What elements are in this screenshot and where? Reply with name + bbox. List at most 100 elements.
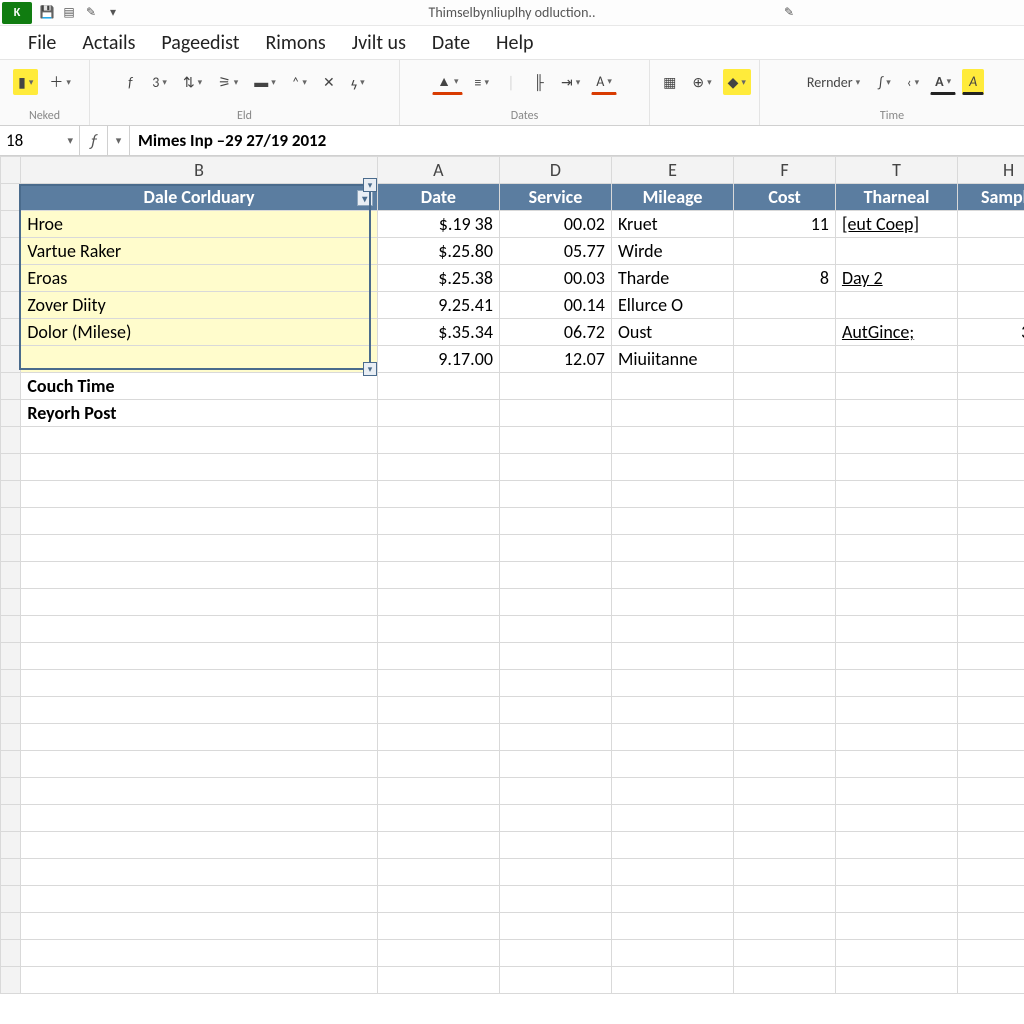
row-header[interactable] [1,427,21,454]
format-s-icon[interactable]: ϟ [346,69,370,95]
row-header[interactable] [1,859,21,886]
cell-desc[interactable] [21,346,377,373]
row-header[interactable] [1,589,21,616]
cell-empty[interactable] [377,508,499,535]
cell-empty[interactable] [611,481,733,508]
cell-empty[interactable] [835,373,957,400]
row-header[interactable] [1,886,21,913]
cell-empty[interactable] [611,940,733,967]
highlight-button[interactable]: ▮ [13,69,38,95]
format-spark-icon[interactable]: ⚞ [213,69,243,95]
cell-empty[interactable] [21,562,377,589]
cell-desc[interactable]: Vartue Raker [21,238,377,265]
cell-mileage[interactable]: Tharde [611,265,733,292]
cell-empty[interactable] [377,373,499,400]
cell-empty[interactable] [499,886,611,913]
globe-icon[interactable]: ⊕ [687,69,716,95]
column-header[interactable]: H [958,157,1024,184]
cell-empty[interactable] [734,562,836,589]
cell-empty[interactable] [611,832,733,859]
cell-empty[interactable] [835,670,957,697]
row-header[interactable] [1,751,21,778]
cell-empty[interactable] [611,535,733,562]
bold-a-icon[interactable]: A [930,69,956,95]
table-header-cell[interactable]: Sample [958,184,1024,211]
cell-date[interactable]: 9.25.41 [377,292,499,319]
cell-empty[interactable] [499,805,611,832]
cell-empty[interactable] [21,697,377,724]
cell-service[interactable]: 12.07 [499,346,611,373]
qat-save-icon[interactable]: 💾 [38,4,56,22]
column-header[interactable]: D [499,157,611,184]
cell-empty[interactable] [734,427,836,454]
cell-empty[interactable] [958,562,1024,589]
cell-empty[interactable] [958,967,1024,994]
menu-pagedist[interactable]: Pageedist [161,31,239,55]
cell-empty[interactable] [377,427,499,454]
cell-mileage[interactable]: Ellurce O [611,292,733,319]
cell-empty[interactable] [499,670,611,697]
cell-empty[interactable] [958,400,1024,427]
cell-empty[interactable] [499,751,611,778]
cell-date[interactable]: $.19 38 [377,211,499,238]
row-header[interactable] [1,292,21,319]
cell-empty[interactable] [377,913,499,940]
cell-empty[interactable] [734,589,836,616]
row-header[interactable] [1,346,21,373]
italic-a-icon[interactable]: A [962,69,984,95]
row-header[interactable] [1,400,21,427]
cell-empty[interactable] [835,643,957,670]
cell-empty[interactable] [21,751,377,778]
cell-empty[interactable] [958,481,1024,508]
cell-empty[interactable] [958,697,1024,724]
cell-empty[interactable] [377,454,499,481]
cell-empty[interactable] [835,724,957,751]
cell-empty[interactable] [377,940,499,967]
cell-empty[interactable] [734,805,836,832]
cell-empty[interactable] [21,805,377,832]
cell-empty[interactable] [734,481,836,508]
cell-empty[interactable] [835,832,957,859]
cell-cost[interactable]: 11 [734,211,836,238]
cell-empty[interactable] [21,778,377,805]
indent-icon[interactable]: ⇥ [556,69,585,95]
row-header[interactable] [1,238,21,265]
rernder-button[interactable]: Rernder [800,69,867,95]
cell-empty[interactable] [499,535,611,562]
format-sort-icon[interactable]: ⇅ [178,69,207,95]
cell-empty[interactable] [21,832,377,859]
cell-service[interactable]: 00.14 [499,292,611,319]
column-header[interactable]: T [835,157,957,184]
cell-empty[interactable] [21,427,377,454]
row-header[interactable] [1,319,21,346]
row-header[interactable] [1,940,21,967]
cell-cost[interactable] [734,238,836,265]
cell-empty[interactable] [377,670,499,697]
cell-empty[interactable] [835,967,957,994]
cell-empty[interactable] [958,454,1024,481]
cell-empty[interactable] [958,913,1024,940]
cell-empty[interactable] [611,778,733,805]
cell-empty[interactable] [499,454,611,481]
chevron-left-icon[interactable]: ‹ [902,69,924,95]
cell-empty[interactable] [499,778,611,805]
fx-icon[interactable]: ƒ [80,126,108,155]
cell-empty[interactable] [499,508,611,535]
cell-empty[interactable] [958,643,1024,670]
cell-empty[interactable] [611,616,733,643]
row-header[interactable] [1,697,21,724]
cell-empty[interactable] [499,562,611,589]
cell-desc[interactable]: Hroe [21,211,377,238]
cell-sample[interactable]: C [958,292,1024,319]
cell-empty[interactable] [958,805,1024,832]
cell-tharneal[interactable]: AutGince; [835,319,957,346]
cell-empty[interactable] [835,913,957,940]
cell-label[interactable]: Reyorh Post [21,400,377,427]
row-header[interactable] [1,454,21,481]
cell-tharneal[interactable] [835,346,957,373]
menu-date[interactable]: Date [432,31,470,55]
cell-tharneal[interactable]: Day 2 [835,265,957,292]
qat-tool-icon[interactable]: ✎ [82,4,100,22]
cell-empty[interactable] [21,589,377,616]
cell-empty[interactable] [611,643,733,670]
